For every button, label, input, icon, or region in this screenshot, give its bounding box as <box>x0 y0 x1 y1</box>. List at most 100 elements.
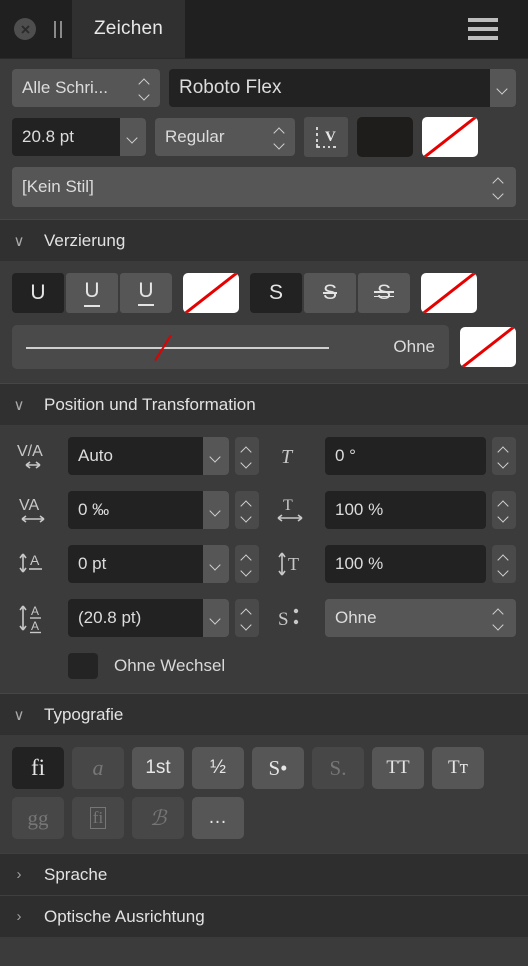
baseline-shift-value: 0 pt <box>78 554 107 573</box>
kerning-input[interactable]: Auto <box>68 437 229 475</box>
line-style-color-swatch-none[interactable] <box>460 327 516 367</box>
section-optische-ausrichtung[interactable]: › Optische Ausrichtung <box>0 895 528 937</box>
pause-handle-icon[interactable] <box>54 20 62 38</box>
strikethrough-none-button[interactable]: S <box>250 273 302 313</box>
position-special-stepper-icon <box>494 610 516 627</box>
section-body-verzierung: U U U S S S <box>0 261 528 383</box>
small-caps-button[interactable]: Tᴛ <box>432 747 484 789</box>
hamburger-menu-icon[interactable] <box>468 0 516 58</box>
strikethrough-color-swatch-none[interactable] <box>421 273 477 313</box>
svg-text:A: A <box>31 604 39 618</box>
underline-double-button[interactable]: U <box>120 273 172 313</box>
titlebar-left-controls <box>0 0 72 58</box>
font-filter-select[interactable]: Alle Schri... <box>12 69 160 107</box>
contextual-alternates-label: ℬ <box>149 805 167 830</box>
tracking-value: 0 ‰ <box>78 500 110 519</box>
character-style-value: [Kein Stil] <box>22 177 94 196</box>
text-frame-icon[interactable]: V <box>304 117 348 157</box>
font-filter-value: Alle Schri... <box>22 78 108 97</box>
subscript-button[interactable]: S. <box>312 747 364 789</box>
baseline-chevron-down-icon[interactable] <box>203 545 229 583</box>
underline-none-button[interactable]: U <box>12 273 64 313</box>
no-break-row[interactable]: Ohne Wechsel <box>12 653 516 679</box>
vertical-scale-stepper[interactable] <box>492 545 516 583</box>
position-special-select[interactable]: Ohne <box>325 599 516 637</box>
tab-zeichen[interactable]: Zeichen <box>72 0 185 58</box>
svg-text:VA: VA <box>19 497 39 514</box>
close-icon[interactable] <box>14 18 36 40</box>
standard-ligatures-button[interactable]: fi <box>12 747 64 789</box>
no-break-checkbox[interactable] <box>68 653 98 679</box>
more-options-button[interactable]: … <box>192 797 244 839</box>
leading-stepper[interactable] <box>235 599 259 637</box>
leading-control: (20.8 pt) <box>68 599 259 637</box>
underline-single-label: U <box>84 279 100 307</box>
leading-input[interactable]: (20.8 pt) <box>68 599 229 637</box>
more-options-label: … <box>208 807 228 829</box>
kerning-chevron-down-icon[interactable] <box>203 437 229 475</box>
tracking-chevron-down-icon[interactable] <box>203 491 229 529</box>
strikethrough-single-button[interactable]: S <box>304 273 356 313</box>
kerning-control: Auto <box>68 437 259 475</box>
font-size-value: 20.8 pt <box>22 127 74 146</box>
typography-row-2: gg fi ℬ … <box>12 797 516 839</box>
tracking-stepper[interactable] <box>235 491 259 529</box>
font-family-select[interactable]: Roboto Flex <box>169 69 516 107</box>
chevron-right-icon[interactable]: › <box>8 866 30 883</box>
kerning-stepper[interactable] <box>235 437 259 475</box>
baseline-shift-input[interactable]: 0 pt <box>68 545 229 583</box>
character-panel: Zeichen Alle Schri... Roboto Flex 20.8 p… <box>0 0 528 966</box>
swash-button[interactable]: a <box>72 747 124 789</box>
section-body-position: V/A Auto T 0 ° VA 0 ‰ T 100 % A 0 pt T 1… <box>0 425 528 693</box>
kerning-icon: V/A <box>12 439 56 473</box>
font-size-input[interactable]: 20.8 pt <box>12 118 146 156</box>
baseline-shift-control: 0 pt <box>68 545 259 583</box>
leading-value: (20.8 pt) <box>78 608 142 627</box>
underline-single-button[interactable]: U <box>66 273 118 313</box>
skew-input[interactable]: 0 ° <box>325 437 486 475</box>
underline-color-swatch-none[interactable] <box>183 273 239 313</box>
section-title-sprache: Sprache <box>44 864 108 884</box>
chevron-down-icon[interactable]: ∨ <box>8 232 30 250</box>
subscript-label: S. <box>329 755 347 780</box>
horizontal-scale-input[interactable]: 100 % <box>325 491 486 529</box>
horizontal-scale-stepper[interactable] <box>492 491 516 529</box>
tracking-input[interactable]: 0 ‰ <box>68 491 229 529</box>
section-header-verzierung[interactable]: ∨ Verzierung <box>0 219 528 261</box>
font-size-chevron-down-icon[interactable] <box>120 118 146 156</box>
character-style-select[interactable]: [Kein Stil] <box>12 167 516 207</box>
chevron-right-icon[interactable]: › <box>8 908 30 925</box>
chevron-down-icon[interactable] <box>490 69 516 107</box>
section-header-typografie[interactable]: ∨ Typografie <box>0 693 528 735</box>
vertical-scale-input[interactable]: 100 % <box>325 545 486 583</box>
ordinals-label: 1st <box>145 757 171 778</box>
chevron-down-icon[interactable]: ∨ <box>8 396 30 414</box>
superscript-button[interactable]: S• <box>252 747 304 789</box>
position-grid: V/A Auto T 0 ° VA 0 ‰ T 100 % A 0 pt T 1… <box>12 437 516 637</box>
skew-stepper[interactable] <box>492 437 516 475</box>
paragraph-style-row: [Kein Stil] <box>12 167 516 207</box>
baseline-shift-stepper[interactable] <box>235 545 259 583</box>
contextual-alternates-button[interactable]: ℬ <box>132 797 184 839</box>
decoration-buttons-row: U U U S S S <box>12 273 516 313</box>
ordinals-button[interactable]: 1st <box>132 747 184 789</box>
svg-text:V/A: V/A <box>17 443 43 460</box>
fill-color-swatch[interactable] <box>357 117 413 157</box>
position-special-control: Ohne <box>325 599 516 637</box>
section-sprache[interactable]: › Sprache <box>0 853 528 895</box>
font-filter-stepper-icon <box>140 80 160 97</box>
chevron-down-icon[interactable]: ∨ <box>8 706 30 724</box>
section-header-position[interactable]: ∨ Position und Transformation <box>0 383 528 425</box>
svg-text:V: V <box>325 129 336 145</box>
line-style-preview[interactable]: Ohne <box>12 325 449 369</box>
fractions-button[interactable]: ½ <box>192 747 244 789</box>
font-family-value: Roboto Flex <box>179 77 282 98</box>
font-weight-select[interactable]: Regular <box>155 118 295 156</box>
stroke-color-swatch-none[interactable] <box>422 117 478 157</box>
all-caps-button[interactable]: TT <box>372 747 424 789</box>
discretionary-ligatures-button[interactable]: fi <box>72 797 124 839</box>
strikethrough-double-button[interactable]: S <box>358 273 410 313</box>
alternate-glyphs-button[interactable]: gg <box>12 797 64 839</box>
leading-chevron-down-icon[interactable] <box>203 599 229 637</box>
